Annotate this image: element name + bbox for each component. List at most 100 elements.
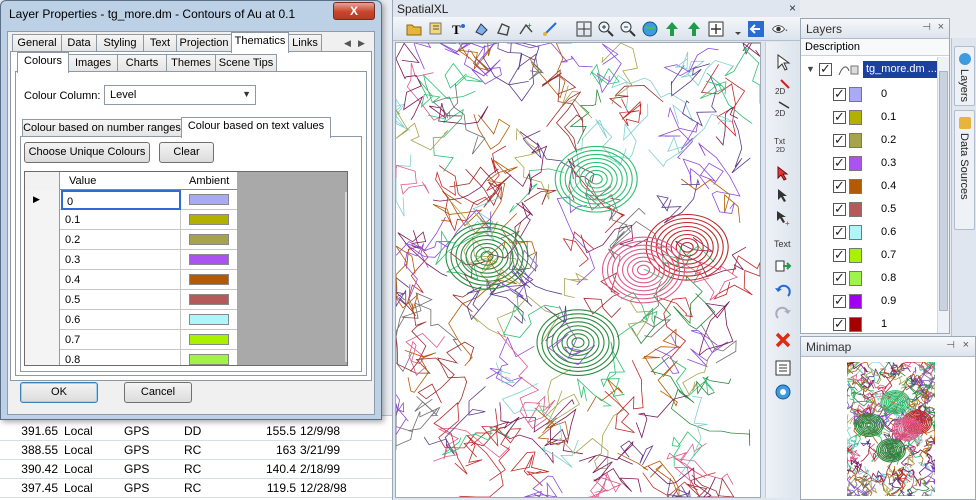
layer-item[interactable]: 0.5 [801, 198, 937, 221]
tab-links[interactable]: Links [288, 34, 322, 52]
undo-icon[interactable] [773, 282, 793, 302]
layer-checkbox[interactable] [833, 109, 846, 125]
layer-item[interactable]: 0.1 [801, 106, 937, 129]
tab-projection[interactable]: Projection [176, 34, 232, 52]
value-cell[interactable]: 0.6 [61, 310, 181, 330]
minimap-canvas[interactable] [801, 358, 975, 499]
open-folder-icon[interactable] [405, 20, 423, 38]
layer-checkbox[interactable] [833, 293, 846, 309]
tab-thematics[interactable]: Thematics [231, 32, 289, 53]
tab-scroll-left-icon[interactable]: ◀ [344, 38, 351, 49]
pointer-black-icon[interactable] [773, 186, 793, 206]
layer-root-name[interactable]: tg_more.dm ... [863, 61, 937, 78]
close-icon[interactable]: × [963, 339, 969, 351]
tab-scroll-right-icon[interactable]: ▶ [358, 38, 365, 49]
arrow-up-icon[interactable] [663, 20, 681, 38]
innertab-colour-based-on-number-ranges[interactable]: Colour based on number ranges [22, 119, 182, 137]
ambient-swatch[interactable] [189, 354, 229, 365]
choose-unique-colours-button[interactable]: Choose Unique Colours [24, 142, 150, 163]
arrow-up-alt-icon[interactable] [685, 20, 703, 38]
ambient-swatch[interactable] [189, 254, 229, 265]
layer-checkbox[interactable] [833, 132, 846, 148]
zoom-in-icon[interactable] [597, 20, 615, 38]
layer-root-row[interactable]: ▼ tg_more.dm ... [801, 59, 949, 81]
back-arrow-icon[interactable] [747, 20, 765, 38]
layer-item[interactable]: 0.6 [801, 221, 937, 244]
subtab-images[interactable]: Images [68, 54, 118, 72]
properties-icon[interactable] [773, 358, 793, 378]
layer-item[interactable]: 0.8 [801, 267, 937, 290]
ambient-swatch[interactable] [189, 294, 229, 305]
delete-icon[interactable] [773, 330, 793, 350]
layer-checkbox[interactable] [833, 247, 846, 263]
value-cell[interactable]: 0 [61, 190, 181, 210]
tab-styling[interactable]: Styling [96, 34, 144, 52]
value-cell[interactable]: 0.8 [61, 350, 181, 365]
node-add-icon[interactable]: + [517, 20, 535, 38]
select-2d-icon[interactable]: 2D [773, 78, 793, 98]
grid-row[interactable]: 0.3 [25, 250, 237, 270]
polygon-icon[interactable] [495, 20, 513, 38]
scrollbar-thumb[interactable] [939, 71, 948, 311]
ambient-swatch[interactable] [189, 274, 229, 285]
layer-checkbox[interactable] [833, 86, 846, 102]
grid-row[interactable]: ▶ 0 [25, 190, 237, 210]
grid-row[interactable]: 0.1 [25, 210, 237, 230]
layer-item[interactable]: 0.9 [801, 290, 937, 313]
ambient-swatch[interactable] [189, 314, 229, 325]
map-close-button[interactable]: × [789, 1, 796, 15]
layer-root-checkbox[interactable] [819, 61, 832, 77]
layer-checkbox[interactable] [833, 224, 846, 240]
map-canvas[interactable] [395, 42, 761, 498]
export-icon[interactable] [773, 256, 793, 276]
font-icon[interactable]: T [449, 20, 467, 38]
grid-row[interactable]: 0.5 [25, 290, 237, 310]
layer-checkbox[interactable] [833, 270, 846, 286]
zoom-out-icon[interactable] [619, 20, 637, 38]
text-tool-icon[interactable]: Text [773, 232, 793, 252]
grid-row[interactable]: 0.2 [25, 230, 237, 250]
subtab-scene-tips[interactable]: Scene Tips [215, 54, 277, 72]
redo-icon[interactable] [773, 304, 793, 324]
side-tab-layers[interactable]: Layers [954, 46, 975, 106]
close-icon[interactable]: × [938, 21, 944, 33]
layer-checkbox[interactable] [833, 201, 846, 217]
value-cell[interactable]: 0.5 [61, 290, 181, 310]
pointer-red-icon[interactable] [773, 164, 793, 184]
layer-item[interactable]: 0.2 [801, 129, 937, 152]
plus-box-icon[interactable] [707, 20, 725, 38]
pin-icon[interactable]: ⊣ [922, 22, 931, 33]
dialog-close-button[interactable]: X [333, 2, 375, 20]
shape-icon[interactable] [473, 20, 491, 38]
value-cell[interactable]: 0.3 [61, 250, 181, 270]
tab-general[interactable]: General [12, 34, 62, 52]
grid-row[interactable]: 0.8 [25, 350, 237, 365]
select-icon[interactable] [773, 52, 793, 72]
crosshair-icon[interactable] [575, 20, 593, 38]
line-edit-icon[interactable] [541, 20, 559, 38]
colour-column-select[interactable]: Level ▼ [104, 85, 256, 105]
clear-button[interactable]: Clear [159, 142, 214, 163]
subtab-charts[interactable]: Charts [117, 54, 167, 72]
select-2d-alt-icon[interactable]: 2D [773, 100, 793, 120]
info-globe-icon[interactable] [773, 382, 793, 402]
layer-item[interactable]: 1 [801, 313, 937, 336]
layer-item[interactable]: 0.4 [801, 175, 937, 198]
pin-icon[interactable]: ⊣ [946, 340, 955, 351]
layer-add-icon[interactable] [427, 20, 445, 38]
pointer-plus-icon[interactable]: + [773, 208, 793, 228]
value-cell[interactable]: 0.4 [61, 270, 181, 290]
grid-row[interactable]: 0.7 [25, 330, 237, 350]
value-cell[interactable]: 0.2 [61, 230, 181, 250]
layer-checkbox[interactable] [833, 316, 846, 332]
eye-icon[interactable] [771, 20, 795, 38]
collapse-icon[interactable]: ▼ [806, 64, 815, 74]
grid-row[interactable]: 0.4 [25, 270, 237, 290]
grid-scrollbar[interactable] [345, 192, 347, 362]
tab-data[interactable]: Data [61, 34, 97, 52]
toolbar-overflow-icon[interactable] [729, 20, 741, 38]
layer-checkbox[interactable] [833, 178, 846, 194]
globe-icon[interactable] [641, 20, 659, 38]
text-2d-icon[interactable]: Txt 2D [773, 134, 793, 154]
layer-item[interactable]: 0.7 [801, 244, 937, 267]
